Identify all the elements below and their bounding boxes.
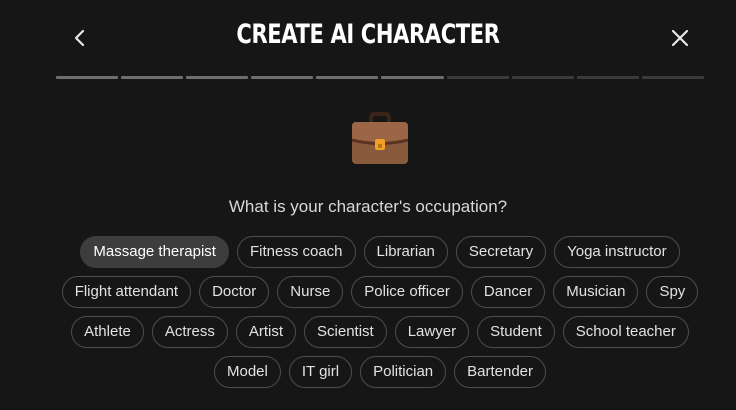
- page-title: CREATE AI CHARACTER: [236, 19, 500, 50]
- occupation-chip-massage-therapist[interactable]: Massage therapist: [80, 236, 229, 268]
- close-icon: [671, 29, 689, 47]
- progress-segment: [511, 76, 574, 79]
- occupation-chip-artist[interactable]: Artist: [235, 316, 297, 348]
- progress-segment: [121, 76, 184, 79]
- progress-segment: [56, 76, 119, 79]
- occupation-chip-lawyer[interactable]: Lawyer: [394, 316, 470, 348]
- occupation-chip-actress[interactable]: Actress: [151, 316, 228, 348]
- occupation-options: Massage therapist Fitness coach Librarian S…: [56, 236, 704, 388]
- occupation-chip-nurse[interactable]: Nurse: [277, 276, 344, 308]
- occupation-chip-fitness-coach[interactable]: Fitness coach: [236, 236, 356, 268]
- progress-segment: [641, 76, 704, 79]
- occupation-chip-dancer[interactable]: Dancer: [470, 276, 546, 308]
- occupation-chip-model[interactable]: Model: [214, 356, 281, 388]
- occupation-chip-secretary[interactable]: Secretary: [455, 236, 547, 268]
- occupation-chip-bartender[interactable]: Bartender: [454, 356, 546, 388]
- occupation-chip-scientist[interactable]: Scientist: [304, 316, 387, 348]
- occupation-chip-politician[interactable]: Politician: [360, 356, 447, 388]
- occupation-chip-musician[interactable]: Musician: [553, 276, 639, 308]
- progress-segment: [186, 76, 249, 79]
- occupation-chip-doctor[interactable]: Doctor: [199, 276, 270, 308]
- progress-segment: [446, 76, 509, 79]
- progress-segment: [576, 76, 639, 79]
- progress-segment: [251, 76, 314, 79]
- occupation-chip-flight-attendant[interactable]: Flight attendant: [61, 276, 192, 308]
- occupation-chip-school-teacher[interactable]: School teacher: [562, 316, 689, 348]
- header: CREATE AI CHARACTER: [0, 0, 736, 76]
- occupation-chip-librarian[interactable]: Librarian: [363, 236, 448, 268]
- close-button[interactable]: [664, 22, 696, 54]
- occupation-chip-it-girl[interactable]: IT girl: [288, 356, 353, 388]
- progress-segment: [316, 76, 379, 79]
- occupation-chip-police-officer[interactable]: Police officer: [351, 276, 463, 308]
- occupation-chip-spy[interactable]: Spy: [646, 276, 699, 308]
- progress-bar: [56, 76, 704, 79]
- occupation-chip-student[interactable]: Student: [477, 316, 555, 348]
- occupation-question: What is your character's occupation?: [228, 197, 508, 216]
- progress-segment: [381, 76, 444, 79]
- occupation-chip-yoga-instructor[interactable]: Yoga instructor: [554, 236, 680, 268]
- briefcase-icon: [351, 112, 409, 164]
- occupation-chip-athlete[interactable]: Athlete: [71, 316, 144, 348]
